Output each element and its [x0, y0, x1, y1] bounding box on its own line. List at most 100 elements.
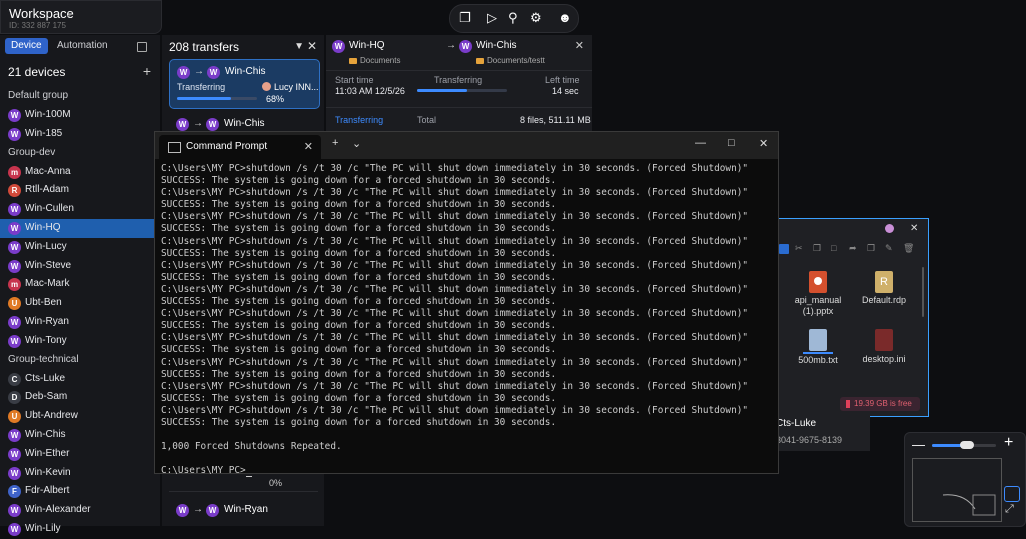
total-value: 8 files, 511.11 MB [520, 115, 591, 125]
copy-icon[interactable]: ❐ [867, 243, 875, 254]
device-item[interactable]: m Mac-Anna [0, 163, 155, 182]
zoom-slider[interactable] [932, 441, 996, 449]
transfer-item-active[interactable]: W → W Win-Chis Transferring Lucy INN... … [169, 59, 320, 109]
chevron-down-icon[interactable]: ⌄ [352, 137, 361, 150]
delete-icon[interactable]: 🗑 [903, 243, 914, 254]
group-header[interactable]: Group-technical [8, 354, 79, 365]
minimize-icon[interactable]: — [695, 137, 706, 149]
group-header[interactable]: Default group [8, 90, 68, 101]
device-label: Win-Lucy [25, 240, 67, 252]
workspace-header[interactable]: Workspace ⌄ ID: 332 887 175 [0, 0, 162, 34]
zoom-slider-handle[interactable] [960, 441, 975, 449]
filter-icon[interactable]: ▼ [294, 41, 304, 52]
fit-view-icon[interactable] [1004, 486, 1020, 502]
scrollbar[interactable] [922, 267, 924, 317]
windows-icon[interactable]: ❐ [459, 10, 471, 26]
search-icon[interactable]: ⚲ [508, 10, 518, 26]
device-item[interactable]: W Win-Tony [0, 332, 155, 351]
file-item[interactable]: R Default.rdp [854, 271, 914, 305]
target-device: Win-Chis [476, 40, 517, 51]
close-tab-icon[interactable]: ✕ [304, 140, 313, 153]
device-label: Win-Lily [25, 523, 61, 534]
device-label: Rtll-Adam [25, 184, 69, 196]
device-card-name: Cts-Luke [776, 418, 817, 429]
tab-automation[interactable]: Automation [51, 38, 114, 54]
device-label: Fdr-Albert [25, 485, 70, 497]
user-icon[interactable]: ☻ [558, 10, 572, 25]
avatar[interactable] [885, 224, 894, 233]
device-item[interactable]: W Win-185 [0, 125, 155, 144]
rename-icon[interactable]: ✎ [885, 243, 893, 254]
device-item[interactable]: W Win-Lily [0, 520, 155, 539]
device-avatar: W [206, 504, 219, 517]
device-item[interactable]: W Win-Lucy [0, 238, 155, 257]
add-device-icon[interactable]: + [143, 63, 151, 79]
file-name: Default.rdp [861, 295, 907, 305]
group-header[interactable]: Group-dev [8, 147, 55, 158]
device-item[interactable]: W Win-Ether [0, 445, 155, 464]
zoom-out-icon[interactable]: — [912, 437, 925, 452]
device-item[interactable]: W Win-Kevin [0, 464, 155, 483]
console-output[interactable]: C:\Users\MY PC>shutdown /s /t 30 /c "The… [161, 163, 748, 478]
device-item[interactable]: W Win-Ryan [0, 313, 155, 332]
close-icon[interactable]: ✕ [910, 223, 918, 234]
gear-icon[interactable]: ⚙ [530, 10, 542, 26]
device-avatar: W [8, 466, 21, 480]
device-item[interactable]: W Win-Cullen [0, 200, 155, 219]
share-icon[interactable]: ➦ [849, 243, 857, 254]
console-line: SUCCESS: The system is going down for a … [161, 199, 557, 211]
view-icon[interactable] [779, 244, 789, 254]
file-item[interactable]: desktop.ini [854, 329, 914, 364]
device-item[interactable]: W Win-HQ [0, 219, 155, 238]
transfers-header: 208 transfers [169, 40, 240, 54]
device-item[interactable]: U Ubt-Ben [0, 294, 155, 313]
status-label: Transferring [434, 75, 483, 85]
device-item[interactable]: m Mac-Mark [0, 275, 155, 294]
device-label: Ubt-Ben [25, 297, 62, 309]
device-item[interactable]: W Win-Alexander [0, 501, 155, 520]
copy-icon[interactable]: ❐ [813, 243, 821, 254]
device-item[interactable]: U Ubt-Andrew [0, 407, 155, 426]
device-item[interactable]: F Fdr-Albert [0, 482, 155, 501]
sidebar-tabs: Device Automation [5, 38, 155, 54]
device-item[interactable]: C Cts-Luke [0, 370, 155, 389]
expand-icon[interactable]: ⤢ [1005, 503, 1014, 516]
transfer-target: Win-Chis [225, 66, 266, 77]
close-icon[interactable]: ✕ [575, 39, 584, 52]
tab-transferring[interactable]: Transferring [335, 115, 383, 125]
transfer-percent: 0% [269, 478, 283, 488]
progress-fill [803, 352, 833, 354]
new-tab-icon[interactable]: + [332, 137, 338, 149]
device-label: Win-HQ [25, 222, 61, 233]
file-item[interactable]: api_manual (1).pptx [788, 271, 848, 317]
device-label: Win-Steve [25, 259, 72, 271]
tab-device[interactable]: Device [5, 38, 48, 54]
close-icon[interactable]: ✕ [759, 137, 768, 150]
play-icon[interactable]: ▷ [487, 10, 497, 26]
device-item[interactable]: W Win-Chis [0, 426, 155, 445]
minimap[interactable] [912, 458, 1002, 522]
device-item[interactable]: W Win-Steve [0, 257, 155, 276]
close-icon[interactable]: ✕ [307, 39, 317, 53]
divider [169, 491, 318, 492]
paste-icon[interactable]: □ [831, 243, 836, 253]
left-time-label: Left time [545, 75, 580, 85]
free-space-badge: 19.39 GB is free [840, 397, 920, 411]
device-label: Ubt-Andrew [25, 410, 78, 422]
device-item[interactable]: R Rtll-Adam [0, 181, 155, 200]
file-item[interactable]: 500mb.txt [788, 329, 848, 365]
console-line: C:\Users\MY PC> [161, 465, 246, 477]
device-item[interactable]: W Win-100M [0, 106, 155, 125]
transfer-target: Win-Ryan [224, 504, 268, 515]
cut-icon[interactable]: ✂ [795, 243, 803, 254]
zoom-in-icon[interactable]: + [1004, 434, 1013, 452]
console-line: C:\Users\MY PC>shutdown /s /t 30 /c "The… [161, 332, 748, 344]
transfer-item[interactable]: W → W Win-Ryan [169, 501, 318, 519]
tab-command-prompt[interactable]: Command Prompt ✕ [159, 135, 321, 159]
device-item[interactable]: D Deb-Sam [0, 388, 155, 407]
rdp-file-icon: R [875, 271, 893, 293]
device-card[interactable]: Cts-Luke 3041-9675-8139 [772, 415, 870, 451]
sidebar-toggle-icon[interactable] [137, 42, 147, 52]
device-avatar: W [207, 66, 220, 79]
maximize-icon[interactable]: □ [728, 137, 735, 149]
